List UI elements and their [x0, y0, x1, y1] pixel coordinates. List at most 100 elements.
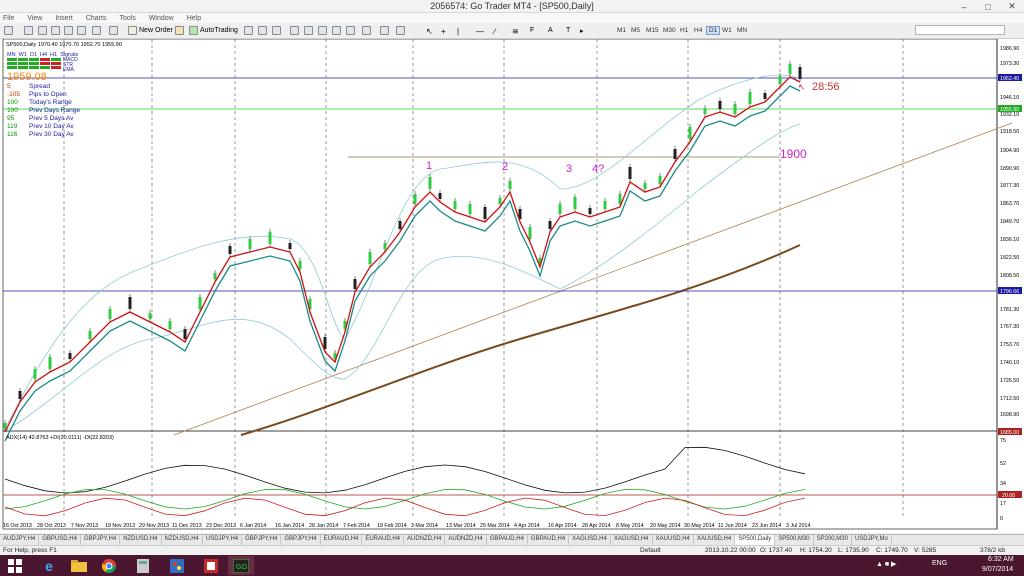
strategy-tester-icon[interactable] [92, 26, 101, 35]
chart-tab[interactable]: GBPUSD,H4 [39, 535, 81, 545]
paint-taskbar-button[interactable] [164, 556, 190, 575]
crosshair-icon[interactable]: + [441, 27, 446, 36]
metaeditor-icon[interactable] [175, 26, 184, 35]
mt4-icon: GO [233, 558, 249, 573]
chart-tab[interactable]: AUDNZD,H4 [404, 535, 446, 545]
timeframe-m30[interactable]: M30 [663, 27, 676, 34]
chart-tab[interactable]: EURAUD,H4 [321, 535, 363, 545]
chart-tab[interactable]: GBPAUD,H4 [487, 535, 528, 545]
line-chart-icon[interactable] [272, 26, 281, 35]
chart-tab[interactable]: NZDUSD,H4 [162, 535, 203, 545]
menu-insert[interactable]: Insert [55, 15, 73, 22]
timeframe-w1[interactable]: W1 [722, 27, 732, 34]
language-indicator[interactable]: ENG [932, 560, 947, 567]
trendline-icon[interactable]: ∕ [494, 27, 495, 36]
date-tick: 19 Nov 2013 [105, 523, 135, 529]
history-icon[interactable] [109, 26, 118, 35]
terminal-icon[interactable] [77, 26, 86, 35]
periods-icon[interactable] [380, 26, 389, 35]
data-window-icon[interactable] [51, 26, 60, 35]
arrow-icon[interactable]: ▸ [580, 27, 584, 35]
chart-tab[interactable]: GBPJPY,H4 [242, 535, 282, 545]
ie-taskbar-button[interactable]: e [36, 556, 62, 575]
timeframe-m5[interactable]: M5 [631, 27, 640, 34]
chart-tab[interactable]: GBPAUD,H4 [528, 535, 570, 545]
chart-shift-icon[interactable] [332, 26, 341, 35]
text-icon[interactable]: A [548, 27, 553, 34]
chart-tab[interactable]: XAGUSD,H4 [569, 535, 611, 545]
chart-tab[interactable]: NZDUSD,H4 [120, 535, 162, 545]
tile-windows-icon[interactable] [318, 26, 327, 35]
new-order-button[interactable]: New Order [139, 27, 173, 34]
timeframe-mn[interactable]: MN [737, 27, 747, 34]
timeframe-m1[interactable]: M1 [617, 27, 626, 34]
label-icon[interactable]: T [566, 27, 570, 34]
calculator-icon [137, 558, 149, 573]
templates-icon[interactable] [396, 26, 405, 35]
status-open: O: 1737.40 [760, 547, 793, 554]
mt4-taskbar-button[interactable]: GO [228, 556, 254, 575]
chart-tab[interactable]: USDJPY,Mo [852, 535, 892, 545]
chart-tab[interactable]: GBPJPY,H4 [281, 535, 321, 545]
profiles-icon[interactable] [24, 26, 33, 35]
timeframe-m15[interactable]: M15 [646, 27, 659, 34]
minimize-button[interactable]: – [952, 0, 976, 13]
menu-help[interactable]: Help [187, 15, 201, 22]
chart-tab[interactable]: XAGUSD,H4 [611, 535, 653, 545]
chrome-icon [102, 558, 116, 573]
chart-tab[interactable]: AUDJPY,H4 [0, 535, 40, 545]
search-input[interactable] [915, 25, 1005, 35]
new-order-icon[interactable] [128, 26, 137, 35]
menu-window[interactable]: Window [149, 15, 174, 22]
clock-time[interactable]: 6:32 AM [988, 556, 1014, 563]
autoscroll-icon[interactable] [346, 26, 355, 35]
price-chart[interactable]: 1 2 3 4? 1900 28:56 ↖ SP500,Daily 1970.4… [0, 38, 1024, 533]
chart-tab[interactable]: XAUUSD,H4 [694, 535, 736, 545]
menu-charts[interactable]: Charts [86, 15, 107, 22]
new-chart-icon[interactable] [4, 26, 13, 35]
start-button[interactable] [2, 556, 28, 575]
autotrading-icon[interactable] [189, 26, 198, 35]
chart-tab[interactable]: AUDNZD,H4 [445, 535, 487, 545]
candle-body [628, 167, 632, 179]
chart-tab[interactable]: SP500,Daily [735, 535, 776, 545]
chrome-taskbar-button[interactable] [96, 556, 122, 575]
chart-tab[interactable]: SP500,M30 [775, 535, 814, 545]
menu-view[interactable]: View [27, 15, 42, 22]
maximize-button[interactable]: □ [976, 0, 1000, 13]
fibonacci-icon[interactable]: F [530, 27, 534, 34]
timeframe-h1[interactable]: H1 [680, 27, 688, 34]
horizontal-line-icon[interactable]: — [476, 27, 484, 36]
market-watch-icon[interactable] [38, 26, 47, 35]
menu-file[interactable]: File [3, 15, 14, 22]
vertical-line-icon[interactable]: | [457, 27, 459, 36]
status-bar: For Help, press F1 Default 2013.10.22 00… [0, 545, 1024, 555]
chart-window[interactable]: 1 2 3 4? 1900 28:56 ↖ SP500,Daily 1970.4… [0, 38, 1024, 533]
close-button[interactable]: ✕ [1000, 0, 1024, 13]
chart-tabs: AUDJPY,H4 GBPUSD,H4 GBPJPY,H4 NZDUSD,H4 NZDU… [0, 534, 1024, 545]
calculator-taskbar-button[interactable] [130, 556, 156, 575]
channel-icon[interactable]: ≋ [512, 27, 519, 36]
chart-tab[interactable]: USDJPY,H4 [203, 535, 243, 545]
chart-tab[interactable]: GBPJPY,H4 [81, 535, 121, 545]
candlestick-icon[interactable] [258, 26, 267, 35]
tray-icons[interactable]: ▲ ■ ▶ [876, 560, 896, 568]
timeframe-h4[interactable]: H4 [694, 27, 702, 34]
chart-tab[interactable]: SP200,M30 [814, 535, 852, 545]
explorer-taskbar-button[interactable] [66, 556, 92, 575]
media-taskbar-button[interactable] [198, 556, 224, 575]
chart-tab[interactable]: XAUUSD,H4 [653, 535, 694, 545]
timeframe-d1[interactable]: D1 [706, 26, 721, 35]
cursor-icon[interactable]: ↖ [426, 27, 433, 36]
autotrading-button[interactable]: AutoTrading [200, 27, 238, 34]
indicators-icon[interactable] [362, 26, 371, 35]
candle-countdown: 28:56 [812, 81, 840, 93]
zoom-in-icon[interactable] [290, 26, 299, 35]
chart-tab[interactable]: EURAUD,H4 [362, 535, 404, 545]
zoom-out-icon[interactable] [304, 26, 313, 35]
navigator-icon[interactable] [64, 26, 73, 35]
clock-date[interactable]: 9/07/2014 [982, 566, 1013, 573]
bar-chart-icon[interactable] [244, 26, 253, 35]
menu-tools[interactable]: Tools [119, 15, 135, 22]
candle-body [733, 104, 737, 114]
